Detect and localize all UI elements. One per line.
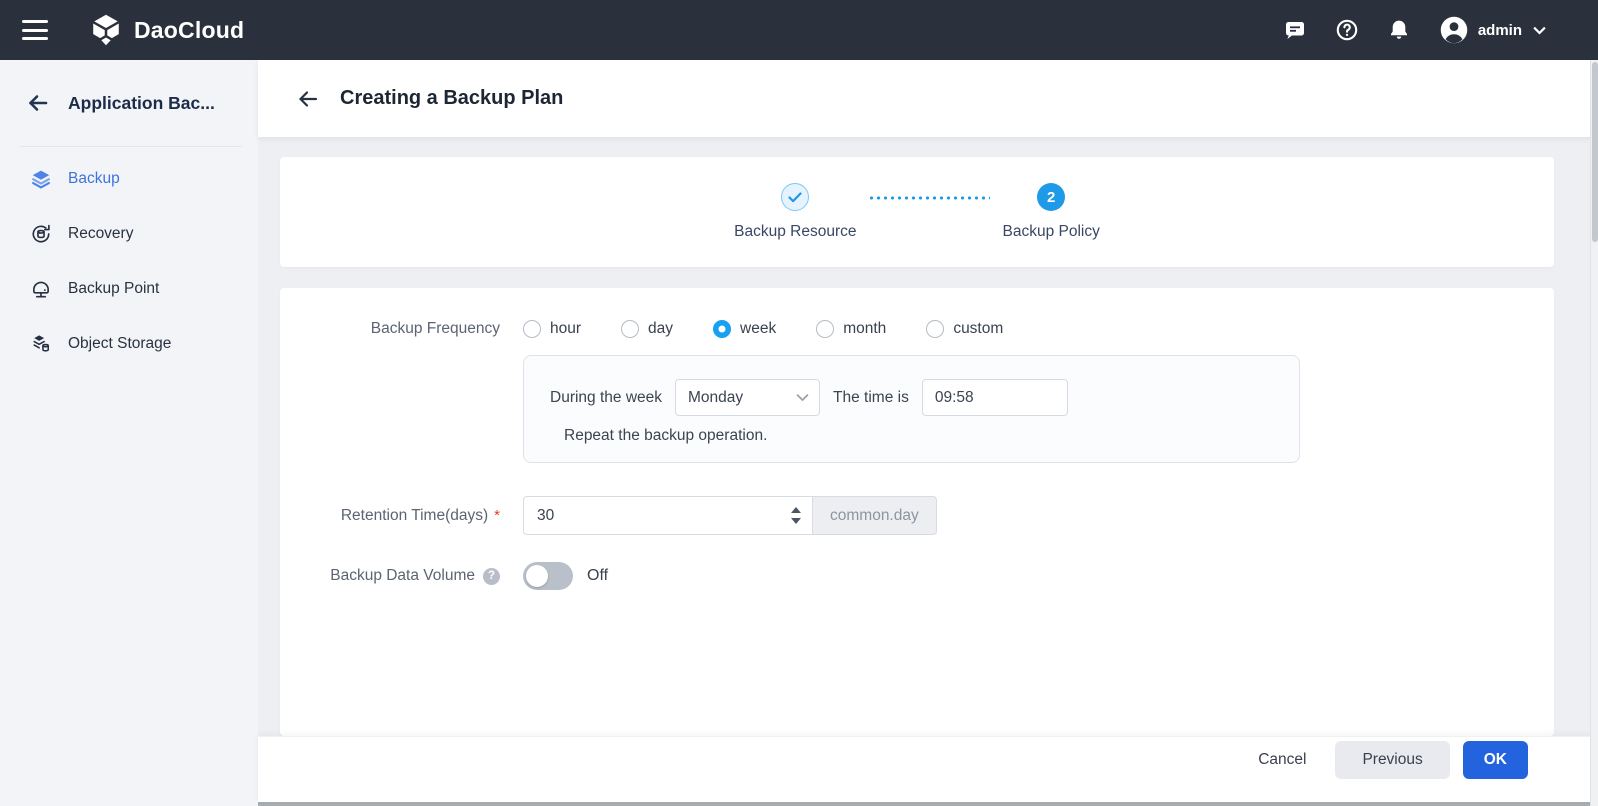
step-label: Backup Resource (734, 223, 856, 241)
radio-option-day[interactable]: day (621, 320, 673, 338)
repeat-note: Repeat the backup operation. (564, 427, 1299, 445)
sidebar-item-label: Backup (68, 170, 120, 188)
object-storage-icon (30, 333, 52, 355)
help-icon[interactable] (1335, 18, 1360, 43)
stepper-card: Backup Resource 2 Backup Policy (280, 157, 1554, 267)
sidebar-item-backup-point[interactable]: Backup Point (0, 261, 258, 316)
cancel-button[interactable]: Cancel (1242, 741, 1322, 779)
toggle-state-label: Off (587, 567, 608, 585)
main-area: Creating a Backup Plan Backup Resource (258, 60, 1598, 806)
ok-button[interactable]: OK (1463, 741, 1528, 779)
sidebar-header: Application Bac... (0, 60, 258, 146)
layers-icon (30, 168, 52, 190)
data-volume-toggle[interactable] (523, 562, 573, 590)
radio-option-week[interactable]: week (713, 320, 776, 338)
retention-unit-addon: common.day (813, 496, 937, 535)
sidebar-item-object-storage[interactable]: Object Storage (0, 316, 258, 371)
chevron-down-icon (1533, 26, 1546, 35)
radio-label: week (740, 320, 776, 338)
radio-label: day (648, 320, 673, 338)
username: admin (1478, 22, 1522, 39)
time-input[interactable] (922, 379, 1068, 416)
sidebar-item-label: Backup Point (68, 280, 159, 298)
sidebar-item-label: Recovery (68, 225, 133, 243)
radio-icon (621, 320, 639, 338)
sidebar-back-arrow-icon[interactable] (26, 91, 50, 115)
sidebar-nav: Backup Recovery (0, 147, 258, 371)
restore-icon (30, 223, 52, 245)
notifications-bell-icon[interactable] (1387, 18, 1412, 43)
week-schedule-panel: During the week Monday The time is Repea… (523, 355, 1300, 463)
content: Backup Resource 2 Backup Policy Backup F… (258, 137, 1598, 736)
topbar-actions: admin (1283, 15, 1546, 45)
messages-icon[interactable] (1283, 18, 1308, 43)
spinner-up-icon[interactable] (791, 507, 801, 513)
radio-label: hour (550, 320, 581, 338)
radio-option-custom[interactable]: custom (926, 320, 1003, 338)
frequency-radio-group: hour day week month (523, 320, 1043, 338)
tooltip-question-icon[interactable]: ? (483, 568, 500, 585)
retention-number-field (523, 496, 813, 535)
time-is-label: The time is (833, 389, 909, 407)
brand-name: DaoCloud (134, 17, 244, 44)
sidebar-item-label: Object Storage (68, 335, 171, 353)
number-spinner (791, 507, 801, 524)
sidebar-title: Application Bac... (68, 93, 215, 114)
step-connector (868, 196, 990, 200)
radio-label: month (843, 320, 886, 338)
topbar: DaoCloud (0, 0, 1598, 60)
frequency-label: Backup Frequency (280, 320, 500, 338)
retention-label: Retention Time(days) * (280, 507, 500, 525)
radio-option-hour[interactable]: hour (523, 320, 581, 338)
spinner-down-icon[interactable] (791, 518, 801, 524)
retention-label-text: Retention Time(days) (341, 507, 488, 525)
radio-icon (816, 320, 834, 338)
radio-icon (523, 320, 541, 338)
frequency-row: Backup Frequency hour day week (280, 288, 1554, 338)
toggle-knob (526, 565, 548, 587)
underlying-page-edge (258, 802, 1598, 806)
menu-toggle-icon[interactable] (22, 20, 48, 40)
avatar (1439, 15, 1469, 45)
week-schedule-line: During the week Monday The time is (550, 379, 1299, 416)
sidebar: Application Bac... Backup (0, 60, 258, 806)
stepper: Backup Resource 2 Backup Policy (734, 183, 1100, 241)
retention-input[interactable] (524, 507, 791, 525)
step-backup-policy: 2 Backup Policy (1002, 183, 1099, 241)
retention-row: Retention Time(days) * common.day (280, 496, 1554, 535)
sidebar-item-recovery[interactable]: Recovery (0, 206, 258, 261)
data-volume-label-text: Backup Data Volume (330, 567, 475, 585)
radio-label: custom (953, 320, 1003, 338)
step-done-check-icon[interactable] (781, 183, 809, 211)
step-backup-resource: Backup Resource (734, 183, 856, 241)
during-week-label: During the week (550, 389, 662, 407)
previous-button[interactable]: Previous (1335, 741, 1449, 779)
data-volume-label: Backup Data Volume ? (280, 567, 500, 585)
daocloud-cube-icon (88, 12, 124, 48)
radio-selected-icon (713, 320, 731, 338)
page-header: Creating a Backup Plan (258, 60, 1598, 137)
retention-input-group: common.day (523, 496, 937, 535)
step-number-badge[interactable]: 2 (1037, 183, 1065, 211)
drive-icon (30, 278, 52, 300)
page-title: Creating a Backup Plan (340, 87, 563, 110)
action-bar: Cancel Previous OK (258, 736, 1598, 802)
required-asterisk: * (494, 507, 500, 524)
backup-policy-form: Backup Frequency hour day week (280, 288, 1554, 736)
scrollbar-thumb[interactable] (1592, 62, 1598, 242)
data-volume-row: Backup Data Volume ? Off (280, 562, 1554, 590)
user-menu[interactable]: admin (1439, 15, 1546, 45)
page-back-arrow-icon[interactable] (296, 87, 320, 111)
weekday-select[interactable]: Monday (675, 379, 820, 416)
brand-logo[interactable]: DaoCloud (88, 12, 244, 48)
weekday-select-value: Monday (688, 389, 743, 407)
radio-option-month[interactable]: month (816, 320, 886, 338)
sidebar-item-backup[interactable]: Backup (0, 151, 258, 206)
chevron-down-icon (796, 393, 809, 402)
vertical-scrollbar[interactable] (1590, 60, 1598, 806)
radio-icon (926, 320, 944, 338)
step-label: Backup Policy (1002, 223, 1099, 241)
